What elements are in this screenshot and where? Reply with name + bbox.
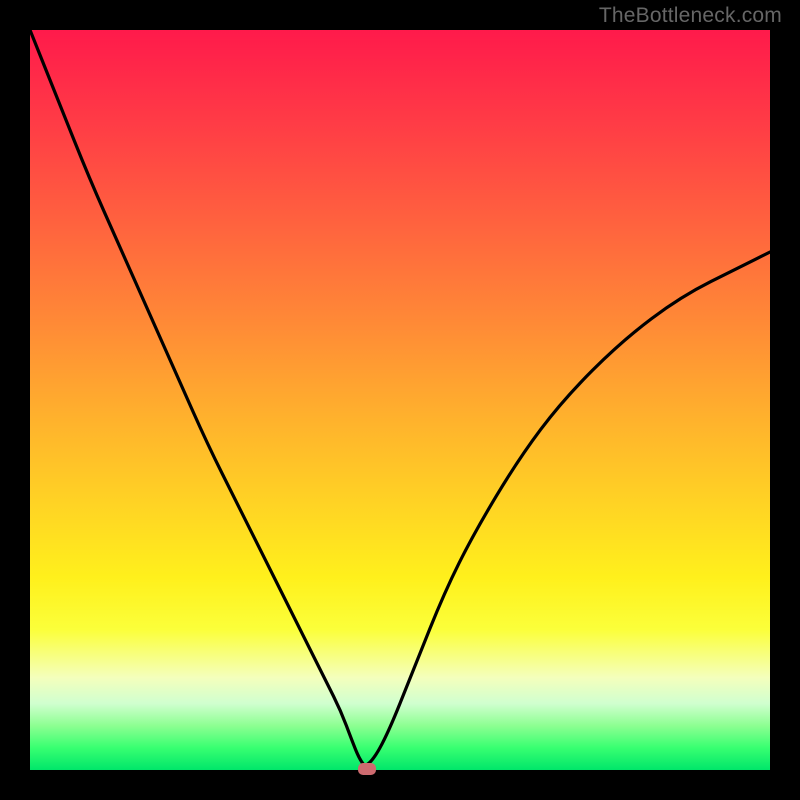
- min-marker: [358, 763, 376, 775]
- chart-frame: TheBottleneck.com: [0, 0, 800, 800]
- bottleneck-curve-path: [30, 30, 770, 765]
- watermark-text: TheBottleneck.com: [599, 4, 782, 28]
- plot-area: [30, 30, 770, 770]
- curve-svg: [30, 30, 770, 770]
